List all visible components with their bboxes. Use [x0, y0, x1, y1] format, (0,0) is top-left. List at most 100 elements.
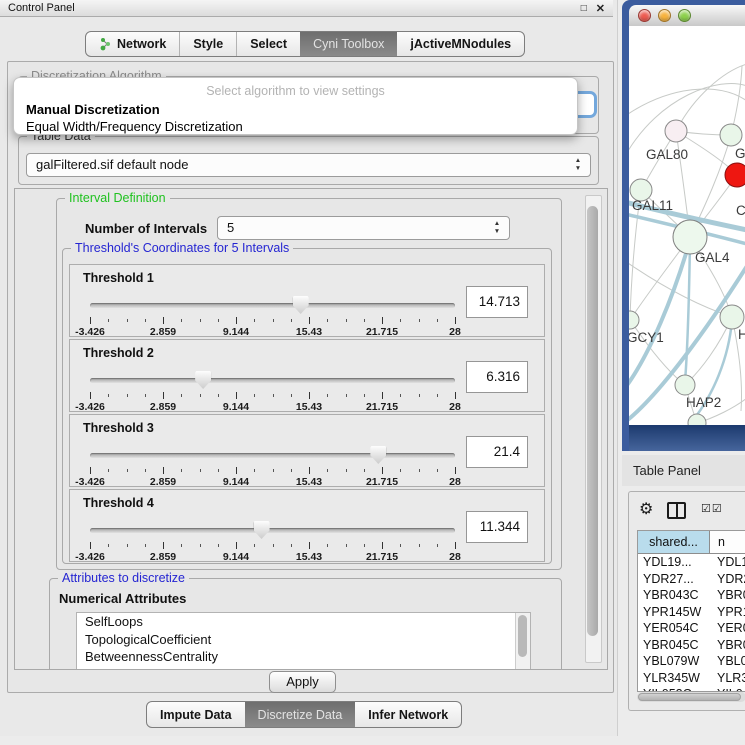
threshold-4-slider[interactable]: -3.4262.8599.14415.4321.71528: [90, 520, 455, 560]
tick-label: 28: [449, 551, 461, 563]
tab-label: Impute Data: [160, 703, 232, 727]
table-cell: YDL19...: [638, 554, 710, 571]
threshold-label: Threshold 4: [83, 496, 154, 510]
table-row[interactable]: YER054CYER0: [638, 620, 745, 637]
table-row[interactable]: YBL079WYBL0: [638, 653, 745, 670]
tab-cyni-toolbox[interactable]: Cyni Toolbox: [300, 32, 397, 56]
thresholds-fieldset: Threshold's Coordinates for 5 Intervals …: [62, 248, 552, 564]
table-cell: YBR045C: [638, 637, 710, 654]
network-node-h[interactable]: [720, 305, 744, 329]
dropdown-placeholder: Select algorithm to view settings: [14, 82, 577, 101]
network-node-selected[interactable]: [725, 163, 745, 187]
table-cell: YBL079W: [638, 653, 710, 670]
close-traffic-light[interactable]: [638, 9, 651, 22]
settings-scroll-panel: Interval Definition Number of Intervals …: [14, 188, 608, 670]
slider-track[interactable]: [90, 303, 455, 308]
algorithm-dropdown-popup: Select algorithm to view settings Manual…: [13, 77, 578, 135]
tab-style[interactable]: Style: [179, 32, 236, 56]
scrollbar-thumb[interactable]: [587, 206, 598, 636]
tab-impute-data[interactable]: Impute Data: [147, 702, 245, 727]
panel-scrollbar[interactable]: [585, 195, 602, 663]
apply-button[interactable]: Apply: [269, 671, 336, 693]
tab-select[interactable]: Select: [236, 32, 300, 56]
close-icon[interactable]: ✕: [596, 2, 605, 15]
spinner-arrows-icon[interactable]: ▲▼: [573, 157, 583, 173]
list-scrollbar[interactable]: [515, 613, 530, 669]
column-header-shared[interactable]: shared...: [638, 531, 710, 553]
tick-label: 21.715: [366, 476, 398, 488]
threshold-value-field[interactable]: 6.316: [466, 361, 528, 393]
slider-thumb[interactable]: [293, 296, 309, 314]
attribute-item[interactable]: SelfLoops: [77, 613, 530, 631]
split-columns-icon[interactable]: [667, 502, 686, 519]
tick-label: 15.43: [296, 551, 322, 563]
threshold-3-slider[interactable]: -3.4262.8599.14415.4321.71528: [90, 445, 455, 485]
table-row[interactable]: YDL19...YDL1: [638, 554, 745, 571]
node-label-gal80: GAL80: [646, 147, 688, 162]
slider-thumb[interactable]: [370, 446, 386, 464]
cyni-toolbox-panel: Discretization Algorithm Table Data galF…: [7, 61, 614, 693]
slider-track[interactable]: [90, 528, 455, 533]
slider-track[interactable]: [90, 453, 455, 458]
network-node-gal80[interactable]: [665, 120, 687, 142]
screen: Control Panel □ ✕ Network Style Select C…: [0, 0, 745, 745]
tab-discretize-data[interactable]: Discretize Data: [245, 702, 356, 727]
attribute-item[interactable]: TopologicalCoefficient: [77, 631, 530, 649]
dropdown-option-equal-width-frequency[interactable]: Equal Width/Frequency Discretization: [14, 118, 577, 135]
threshold-2-slider[interactable]: -3.4262.8599.14415.4321.71528: [90, 370, 455, 410]
tick-label: -3.426: [75, 551, 105, 563]
table-row[interactable]: YPR145WYPR1: [638, 604, 745, 621]
tick-label: 15.43: [296, 401, 322, 413]
table-hscrollbar[interactable]: [637, 692, 745, 702]
checkbox-icons[interactable]: ☑☑: [701, 502, 723, 515]
network-window-frame: [629, 425, 745, 451]
node-label-gcy1: GCY1: [629, 330, 664, 345]
network-node-bottom[interactable]: [688, 414, 706, 425]
float-window-icon[interactable]: □: [581, 3, 587, 14]
table-row[interactable]: YLR345WYLR3: [638, 670, 745, 687]
network-node-gal4[interactable]: [673, 220, 707, 254]
attribute-item[interactable]: BetweennessCentrality: [77, 648, 530, 666]
tick-label: -3.426: [75, 326, 105, 338]
network-node-g[interactable]: [720, 124, 742, 146]
network-canvas[interactable]: GAL80 G C GAL11 GAL4 GCY1 H HAP2: [629, 26, 745, 425]
table-row[interactable]: YBR043CYBR0: [638, 587, 745, 604]
attributes-fieldset: Attributes to discretize Numerical Attri…: [49, 578, 562, 670]
table-cell: YDR27...: [638, 571, 710, 588]
gear-icon[interactable]: ⚙: [639, 499, 653, 519]
threshold-1-box: Threshold 1 -3.4262.8599.14415.4321.7152…: [69, 264, 545, 337]
tick-label: 9.144: [223, 551, 249, 563]
table-header: shared... n: [638, 531, 745, 554]
combobox-value: galFiltered.sif default node: [36, 154, 188, 176]
column-header-name[interactable]: n: [710, 531, 745, 553]
scrollbar-thumb[interactable]: [638, 693, 741, 701]
scrollbar-thumb[interactable]: [518, 615, 527, 657]
dropdown-option-manual-discretization[interactable]: Manual Discretization: [14, 101, 577, 118]
spinner-arrows-icon[interactable]: ▲▼: [492, 220, 502, 236]
slider-tick-labels: -3.4262.8599.14415.4321.71528: [90, 476, 455, 488]
table-row[interactable]: YBR045CYBR0: [638, 637, 745, 654]
slider-thumb[interactable]: [195, 371, 211, 389]
number-of-intervals-combobox[interactable]: 5 ▲▼: [217, 216, 510, 240]
slider-track[interactable]: [90, 378, 455, 383]
network-node-hap2[interactable]: [675, 375, 695, 395]
threshold-value-field[interactable]: 14.713: [466, 286, 528, 318]
threshold-label: Threshold 2: [83, 346, 154, 360]
threshold-value-field[interactable]: 11.344: [466, 511, 528, 543]
threshold-1-slider[interactable]: -3.4262.8599.14415.4321.71528: [90, 295, 455, 335]
numerical-attributes-list: SelfLoopsTopologicalCoefficientBetweenne…: [76, 612, 531, 670]
slider-thumb[interactable]: [254, 521, 270, 539]
network-node-gcy1[interactable]: [629, 311, 639, 329]
tab-network[interactable]: Network: [86, 32, 179, 56]
zoom-traffic-light[interactable]: [678, 9, 691, 22]
tick-label: 28: [449, 326, 461, 338]
tick-label: 28: [449, 401, 461, 413]
table-row[interactable]: YDR27...YDR2: [638, 571, 745, 588]
threshold-value-field[interactable]: 21.4: [466, 436, 528, 468]
table-data-combobox[interactable]: galFiltered.sif default node ▲▼: [26, 153, 591, 177]
tab-jactivemnodules[interactable]: jActiveMNodules: [397, 32, 524, 56]
slider-ticks: [90, 392, 455, 399]
tab-infer-network[interactable]: Infer Network: [355, 702, 461, 727]
minimize-traffic-light[interactable]: [658, 9, 671, 22]
tick-label: 15.43: [296, 326, 322, 338]
